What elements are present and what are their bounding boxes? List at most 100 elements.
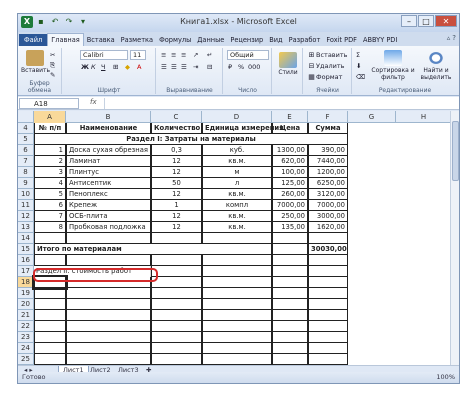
cell[interactable] bbox=[202, 321, 272, 332]
paste-button[interactable]: Вставить bbox=[21, 50, 50, 74]
cell[interactable] bbox=[34, 332, 66, 343]
format-cells-button[interactable]: ▦Формат bbox=[307, 73, 342, 82]
cell[interactable] bbox=[308, 288, 348, 299]
vertical-scrollbar[interactable] bbox=[450, 111, 459, 365]
fill-icon[interactable]: ⬇ bbox=[356, 62, 361, 70]
row-header-13[interactable]: 13 bbox=[18, 222, 34, 233]
total-label[interactable]: Итого по материалам bbox=[34, 244, 272, 255]
cell[interactable] bbox=[66, 332, 151, 343]
tab-developer[interactable]: Разработ bbox=[286, 34, 324, 46]
number-format-combo[interactable]: Общий bbox=[227, 50, 269, 60]
column-header-h[interactable]: H bbox=[396, 111, 452, 123]
cell[interactable]: 1200,00 bbox=[308, 167, 348, 178]
cell[interactable] bbox=[272, 288, 308, 299]
cell[interactable]: 260,00 bbox=[272, 189, 308, 200]
cell[interactable]: 12 bbox=[151, 189, 202, 200]
cell[interactable]: кв.м. bbox=[202, 211, 272, 222]
tab-view[interactable]: Вид bbox=[266, 34, 285, 46]
cell[interactable]: Пеноплекс bbox=[66, 189, 151, 200]
cell[interactable] bbox=[151, 255, 202, 266]
close-button[interactable]: ✕ bbox=[435, 15, 457, 27]
minimize-button[interactable]: – bbox=[401, 15, 417, 27]
cell[interactable] bbox=[202, 277, 272, 288]
cell[interactable] bbox=[151, 310, 202, 321]
cell[interactable]: 8 bbox=[34, 222, 66, 233]
row-header-17[interactable]: 17 bbox=[18, 266, 34, 277]
cell[interactable] bbox=[34, 310, 66, 321]
fill-color-icon[interactable]: ◆ bbox=[125, 63, 130, 71]
cell[interactable]: 7000,00 bbox=[272, 200, 308, 211]
cell[interactable]: 12 bbox=[151, 156, 202, 167]
delete-cells-button[interactable]: ⊟ Удалить bbox=[307, 62, 345, 71]
cell[interactable] bbox=[272, 233, 308, 244]
column-title-d[interactable]: Единица измерения bbox=[202, 123, 284, 134]
cell[interactable] bbox=[202, 288, 272, 299]
indent-icon[interactable]: ⇥ bbox=[193, 63, 198, 71]
cell[interactable] bbox=[272, 321, 308, 332]
column-title-b[interactable]: Наименование bbox=[66, 123, 151, 134]
borders-icon[interactable]: ⊞ bbox=[113, 63, 118, 71]
cell[interactable]: 7000,00 bbox=[308, 200, 348, 211]
cell[interactable]: куб. bbox=[202, 145, 272, 156]
clear-icon[interactable]: ⌫ bbox=[356, 73, 365, 81]
insert-cells-button[interactable]: ⊞ Вставить bbox=[307, 51, 348, 60]
cell[interactable]: 390,00 bbox=[308, 145, 348, 156]
cell[interactable]: 7 bbox=[34, 211, 66, 222]
cell[interactable] bbox=[151, 321, 202, 332]
align-left-icon[interactable]: ☰ bbox=[161, 63, 167, 71]
row-header-8[interactable]: 8 bbox=[18, 167, 34, 178]
tab-foxit-pdf[interactable]: Foxit PDF bbox=[323, 34, 360, 46]
cell[interactable]: Доска сухая обрезная bbox=[66, 145, 151, 156]
cell[interactable] bbox=[66, 354, 151, 365]
cell[interactable]: 3 bbox=[34, 167, 66, 178]
help-icon[interactable]: ? bbox=[452, 34, 456, 42]
tab-data[interactable]: Данные bbox=[194, 34, 227, 46]
formula-input[interactable] bbox=[104, 98, 449, 109]
cell[interactable] bbox=[34, 255, 66, 266]
tab-file[interactable]: Файл bbox=[19, 34, 48, 46]
column-header-d[interactable]: D bbox=[202, 111, 272, 123]
orientation-icon[interactable]: ↗ bbox=[193, 51, 198, 59]
cell[interactable]: 6 bbox=[34, 200, 66, 211]
cell[interactable]: кв.м. bbox=[202, 189, 272, 200]
row-header-10[interactable]: 10 bbox=[18, 189, 34, 200]
cell[interactable] bbox=[151, 332, 202, 343]
tab-formulas[interactable]: Формулы bbox=[156, 34, 194, 46]
cell[interactable] bbox=[34, 288, 66, 299]
autosum-icon[interactable]: Σ bbox=[356, 51, 360, 59]
cell[interactable]: 100,00 bbox=[272, 167, 308, 178]
cell[interactable] bbox=[66, 233, 151, 244]
row-header-24[interactable]: 24 bbox=[18, 343, 34, 354]
cell[interactable] bbox=[272, 299, 308, 310]
cell[interactable] bbox=[151, 343, 202, 354]
row-header-6[interactable]: 6 bbox=[18, 145, 34, 156]
cell[interactable] bbox=[272, 277, 308, 288]
cell[interactable] bbox=[202, 310, 272, 321]
cell[interactable]: л bbox=[202, 178, 272, 189]
cell[interactable]: ОСБ-плита bbox=[66, 211, 151, 222]
italic-button[interactable]: К bbox=[91, 63, 96, 71]
font-color-icon[interactable]: A bbox=[137, 63, 141, 71]
cell[interactable] bbox=[308, 233, 348, 244]
cell[interactable] bbox=[202, 255, 272, 266]
column-title-a[interactable]: № п/п bbox=[34, 123, 66, 134]
column-title-f[interactable]: Сумма bbox=[308, 123, 348, 134]
cell[interactable] bbox=[308, 277, 348, 288]
find-select-button[interactable]: Найти и выделить bbox=[419, 50, 453, 81]
tab-home[interactable]: Главная bbox=[47, 33, 84, 46]
cell[interactable]: 1620,00 bbox=[308, 222, 348, 233]
column-header-c[interactable]: C bbox=[151, 111, 202, 123]
cell[interactable]: 6250,00 bbox=[308, 178, 348, 189]
zoom-level[interactable]: 100% bbox=[436, 372, 455, 383]
cell[interactable] bbox=[308, 299, 348, 310]
font-size-combo[interactable]: 11 bbox=[130, 50, 146, 60]
cell[interactable] bbox=[272, 255, 308, 266]
wrap-text-icon[interactable]: ↵ bbox=[207, 51, 212, 59]
column-header-f[interactable]: F bbox=[308, 111, 348, 123]
cell[interactable] bbox=[202, 233, 272, 244]
cell[interactable] bbox=[66, 288, 151, 299]
cell[interactable] bbox=[202, 354, 272, 365]
cell[interactable]: Крепеж bbox=[66, 200, 151, 211]
row-header-23[interactable]: 23 bbox=[18, 332, 34, 343]
insert-function-button[interactable]: fx bbox=[90, 98, 97, 106]
